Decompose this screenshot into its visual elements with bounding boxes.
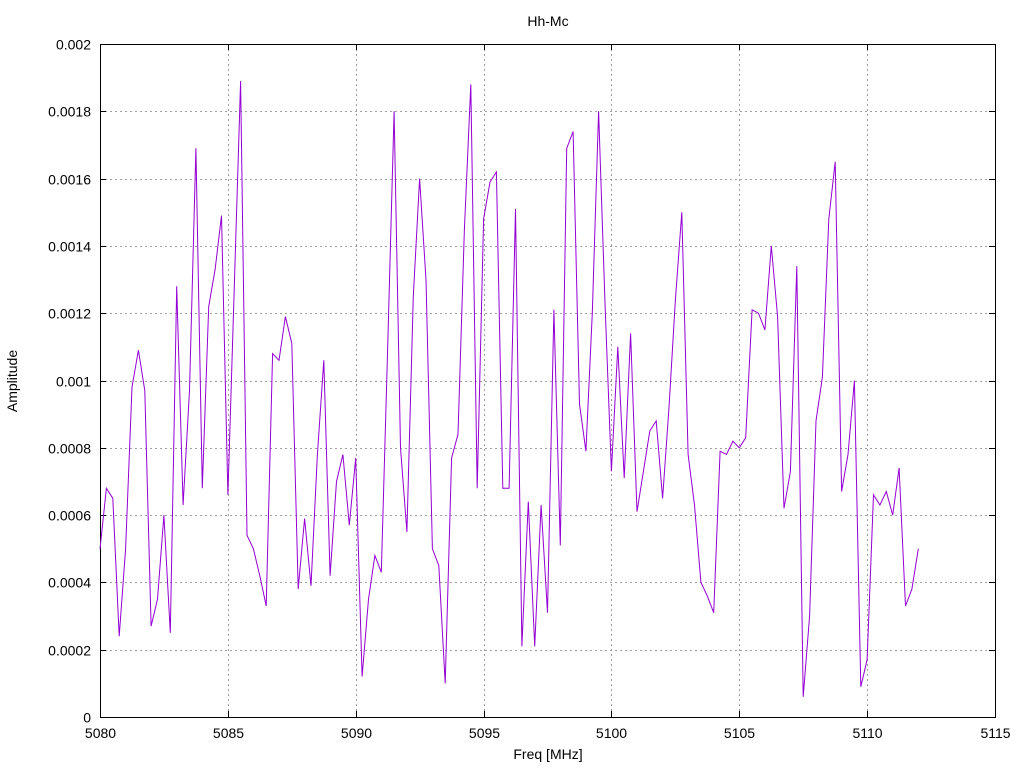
x-tick-label: 5100 (596, 725, 627, 741)
x-tick-label: 5090 (341, 725, 372, 741)
x-tick-label: 5115 (980, 725, 1010, 741)
y-tick-label: 0.0012 (48, 306, 91, 322)
x-tick-label: 5095 (469, 725, 500, 741)
x-tick-label: 5080 (85, 725, 116, 741)
x-tick-label: 5105 (724, 725, 755, 741)
y-tick-label: 0.0008 (48, 441, 91, 457)
chart-title: Hh-Mc (527, 13, 568, 29)
x-axis-label: Freq [MHz] (513, 746, 582, 762)
series-line (99, 80, 919, 697)
y-tick-label: 0 (83, 710, 91, 726)
y-axis-label: Amplitude (4, 350, 20, 412)
y-tick-label: 0.0004 (48, 575, 91, 591)
y-tick-label: 0.0016 (48, 172, 91, 188)
y-tick-label: 0.0014 (48, 239, 91, 255)
tick-labels-layer: 5080 5085 5090 5095 5100 5105 5110 5115 0 0.0002 0… (48, 37, 1011, 742)
y-tick-label: 0.0002 (48, 643, 91, 659)
x-tick-label: 5110 (852, 725, 882, 741)
y-tick-label: 0.001 (56, 374, 91, 390)
series-layer (99, 80, 919, 697)
x-tick-label: 5085 (213, 725, 244, 741)
line-chart: 5080 5085 5090 5095 5100 5105 5110 5115 0 0.0002 0… (4, 13, 1011, 762)
ticks-layer (100, 44, 996, 718)
y-tick-label: 0.0006 (48, 508, 91, 524)
y-tick-label: 0.002 (56, 37, 91, 53)
grid-layer (100, 44, 995, 717)
y-tick-label: 0.0018 (48, 104, 91, 120)
